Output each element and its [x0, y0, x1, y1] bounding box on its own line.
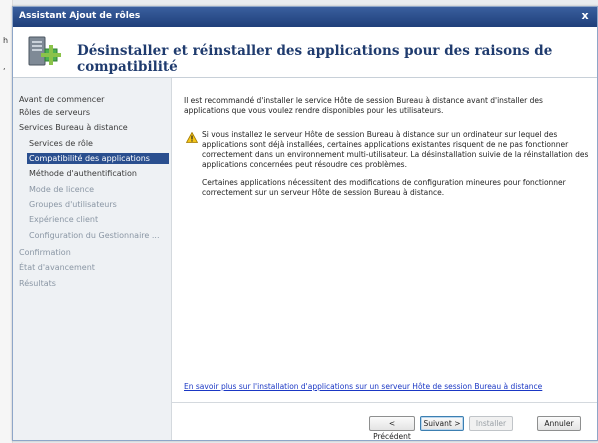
wizard-header: Désinstaller et réinstaller des applicat…: [13, 27, 597, 78]
wizard-content: Il est recommandé d'installer le service…: [172, 78, 597, 441]
nav-item-licensing-manager-config: Configuration du Gestionnaire ...: [29, 231, 160, 240]
desktop-glyph: h: [3, 36, 9, 45]
desktop-glyph: ,: [3, 62, 6, 71]
window-title: Assistant Ajout de rôles: [19, 11, 141, 21]
nav-item-before-you-begin[interactable]: Avant de commencer: [19, 94, 104, 105]
next-button[interactable]: Suivant >: [420, 416, 464, 431]
add-roles-wizard-window: Assistant Ajout de rôles x Désinstaller …: [12, 6, 598, 441]
nav-item-confirmation: Confirmation: [19, 248, 71, 257]
install-button: Installer: [469, 416, 513, 431]
nav-item-application-compatibility[interactable]: Compatibilité des applications: [27, 153, 169, 164]
compatibility-warning-text: Si vous installez le serveur Hôte de ses…: [202, 130, 589, 169]
nav-item-results: Résultats: [19, 279, 56, 288]
nav-item-server-roles[interactable]: Rôles de serveurs: [19, 107, 90, 118]
previous-button[interactable]: < Précédent: [369, 416, 415, 441]
nav-item-user-groups: Groupes d'utilisateurs: [29, 200, 117, 209]
configuration-note-text: Certaines applications nécessitent des m…: [202, 178, 566, 197]
nav-item-licensing-mode: Mode de licence: [29, 185, 95, 194]
page-title: Désinstaller et réinstaller des applicat…: [77, 43, 553, 75]
cancel-button[interactable]: Annuler: [537, 416, 581, 431]
wizard-steps-sidebar: Avant de commencer Rôles de serveurs Ser…: [13, 78, 172, 440]
intro-text: Il est recommandé d'installer le service…: [184, 96, 543, 115]
nav-item-role-services[interactable]: Services de rôle: [29, 138, 93, 149]
nav-item-progress: État d'avancement: [19, 263, 95, 272]
more-info-link[interactable]: En savoir plus sur l'installation d'appl…: [184, 382, 542, 391]
warning-icon: [186, 132, 198, 143]
footer-divider: [172, 402, 597, 403]
nav-item-authentication-method[interactable]: Méthode d'authentification: [29, 168, 137, 179]
close-icon[interactable]: x: [577, 8, 593, 24]
nav-item-remote-desktop-services[interactable]: Services Bureau à distance: [19, 122, 128, 133]
window-titlebar[interactable]: Assistant Ajout de rôles x: [13, 7, 597, 27]
server-roles-icon: [28, 36, 61, 66]
nav-item-client-experience: Expérience client: [29, 215, 99, 224]
